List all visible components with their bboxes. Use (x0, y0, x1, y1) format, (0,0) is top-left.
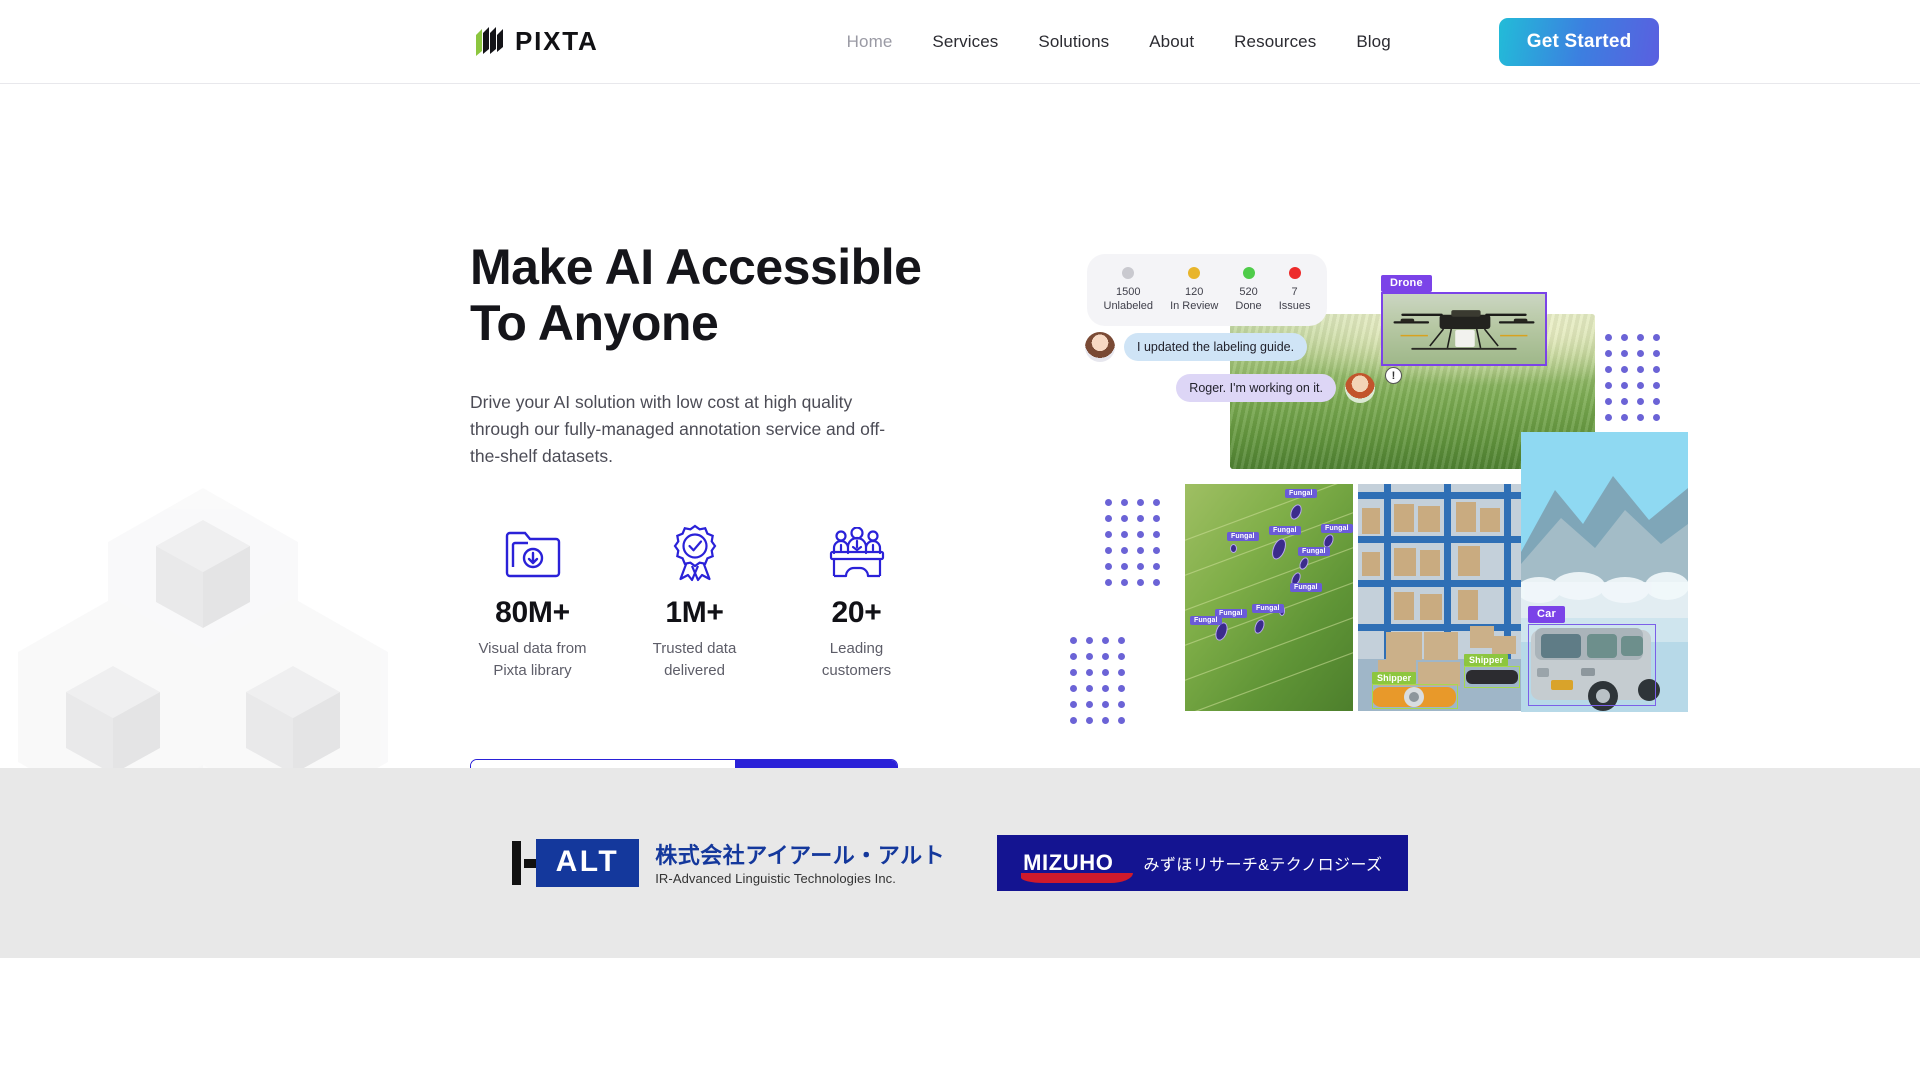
warehouse-photo: Shipper Shipper (1358, 484, 1521, 711)
work-email-input[interactable] (471, 759, 736, 768)
mizuho-mark: MIZUHO (1021, 850, 1134, 883)
site-header: PIXTA Home Services Solutions About Reso… (0, 0, 1920, 84)
hero-stats: 80M+ Visual data from Pixta library 1M+ (470, 522, 940, 681)
tag-fungal: Fungal (1252, 604, 1284, 613)
bbox-label-drone: Drone (1381, 275, 1432, 292)
status-item-in-review: 120 In Review (1170, 266, 1218, 314)
tag-fungal: Fungal (1285, 489, 1317, 498)
alt-company-name: 株式会社アイアール・アルト IR-Advanced Linguistic Tec… (655, 838, 945, 888)
status-item-unlabeled: 1500 Unlabeled (1104, 266, 1153, 314)
nav-item-resources[interactable]: Resources (1214, 22, 1336, 62)
stat-value: 1M+ (665, 596, 724, 630)
hero-subtitle: Drive your AI solution with low cost at … (470, 392, 886, 467)
status-item-issues: 7 Issues (1279, 266, 1310, 314)
dot-pattern-decoration (1105, 499, 1160, 586)
nav-item-home[interactable]: Home (827, 22, 913, 62)
nav-item-services[interactable]: Services (912, 22, 1018, 62)
tag-fungal: Fungal (1321, 524, 1353, 533)
get-discount-button[interactable]: Get 20% discount (735, 759, 897, 768)
hero-section: Make AI Accessible To Anyone Drive your … (0, 84, 1920, 768)
hero-title-line-2: To Anyone (470, 295, 719, 351)
status-item-done: 520 Done (1235, 266, 1262, 314)
what-we-do-section: WHAT WE DO Delivering High quality (0, 958, 1920, 1080)
brand-logo[interactable]: PIXTA (472, 25, 599, 59)
stat-label: Trusted data delivered (652, 640, 737, 679)
shipper-bounding-box (1372, 684, 1458, 709)
alt-name-jp: 株式会社アイアール・アルト (655, 843, 946, 868)
tag-fungal: Fungal (1227, 532, 1259, 541)
annotation-status-card: 1500 Unlabeled 120 In Review 520 Done 7 … (1087, 254, 1327, 326)
stat-value: 20+ (831, 596, 882, 630)
people-podium-icon (794, 522, 919, 584)
page-title: Make AI Accessible To Anyone (470, 239, 940, 351)
stat-trusted-data: 1M+ Trusted data delivered (632, 522, 757, 681)
hero-title-line-1: Make AI Accessible (470, 239, 922, 295)
tag-fungal: Fungal (1190, 616, 1222, 625)
annotated-photo-grid: Fungal Fungal Fungal Fungal Fungal Funga… (1185, 484, 1530, 711)
partner-logo-alt: ALT 株式会社アイアール・アルト IR-Advanced Linguistic… (511, 838, 945, 888)
brand-name: PIXTA (515, 26, 599, 56)
award-ribbon-icon (632, 522, 757, 584)
drone-photo (1383, 294, 1545, 364)
nav-item-blog[interactable]: Blog (1336, 22, 1410, 62)
chat-bubble: Roger. I'm working on it. (1176, 374, 1336, 402)
isometric-cubes-decoration (18, 488, 388, 768)
annotator-chat: I updated the labeling guide. Roger. I'm… (1085, 332, 1375, 403)
chat-message-incoming: I updated the labeling guide. (1085, 332, 1375, 362)
car-snow-photo: Car (1521, 432, 1688, 712)
car-bounding-box (1528, 624, 1656, 706)
status-dot-amber (1188, 266, 1201, 279)
hero-copy: Make AI Accessible To Anyone Drive your … (470, 239, 940, 768)
mizuho-mark-text: MIZUHO (1023, 850, 1114, 875)
partner-logo-mizuho: MIZUHO みずほリサーチ&テクノロジーズ (997, 835, 1409, 891)
mizuho-name-jp: みずほリサーチ&テクノロジーズ (1143, 857, 1383, 874)
alt-bar-icon (511, 841, 521, 885)
status-dot-gray (1122, 266, 1135, 279)
main-navigation: Home Services Solutions About Resources … (827, 22, 1411, 62)
stat-label: Visual data from Pixta library (478, 640, 587, 679)
stat-value: 80M+ (495, 596, 570, 630)
shipper-bounding-box (1464, 666, 1520, 688)
warning-icon[interactable]: ! (1385, 367, 1402, 384)
tag-fungal: Fungal (1298, 547, 1330, 556)
dot-pattern-decoration (1605, 334, 1660, 421)
email-capture-form: Get 20% discount (470, 758, 898, 768)
partner-logos-section: ALT 株式会社アイアール・アルト IR-Advanced Linguistic… (0, 768, 1920, 958)
chat-bubble: I updated the labeling guide. (1124, 333, 1308, 361)
dot-pattern-decoration (1070, 637, 1125, 724)
drone-bounding-box: Drone (1381, 275, 1547, 366)
stat-label: Leading customers (821, 640, 892, 679)
avatar-man-icon (1345, 373, 1375, 403)
mizuho-swoosh-icon (1021, 873, 1134, 883)
tag-shipper: Shipper (1464, 654, 1509, 666)
pixta-layered-logo-icon (472, 25, 504, 59)
stat-leading-customers: 20+ Leading customers (794, 522, 919, 681)
nav-item-about[interactable]: About (1129, 22, 1214, 62)
tag-fungal: Fungal (1269, 526, 1301, 535)
status-dot-red (1288, 266, 1301, 279)
chat-message-outgoing: Roger. I'm working on it. (1085, 373, 1375, 403)
folder-download-icon (470, 522, 595, 584)
alt-name-en: IR-Advanced Linguistic Technologies Inc. (655, 871, 896, 886)
bbox-label-car: Car (1528, 606, 1565, 623)
tag-shipper: Shipper (1372, 672, 1417, 684)
leaf-disease-photo: Fungal Fungal Fungal Fungal Fungal Funga… (1185, 484, 1353, 711)
stat-visual-data: 80M+ Visual data from Pixta library (470, 522, 595, 681)
nav-item-solutions[interactable]: Solutions (1018, 22, 1129, 62)
status-dot-green (1242, 266, 1255, 279)
get-started-button[interactable]: Get Started (1498, 17, 1660, 66)
avatar-woman-icon (1085, 332, 1115, 362)
alt-mark-text: ALT (535, 839, 640, 887)
tag-fungal: Fungal (1290, 583, 1322, 592)
